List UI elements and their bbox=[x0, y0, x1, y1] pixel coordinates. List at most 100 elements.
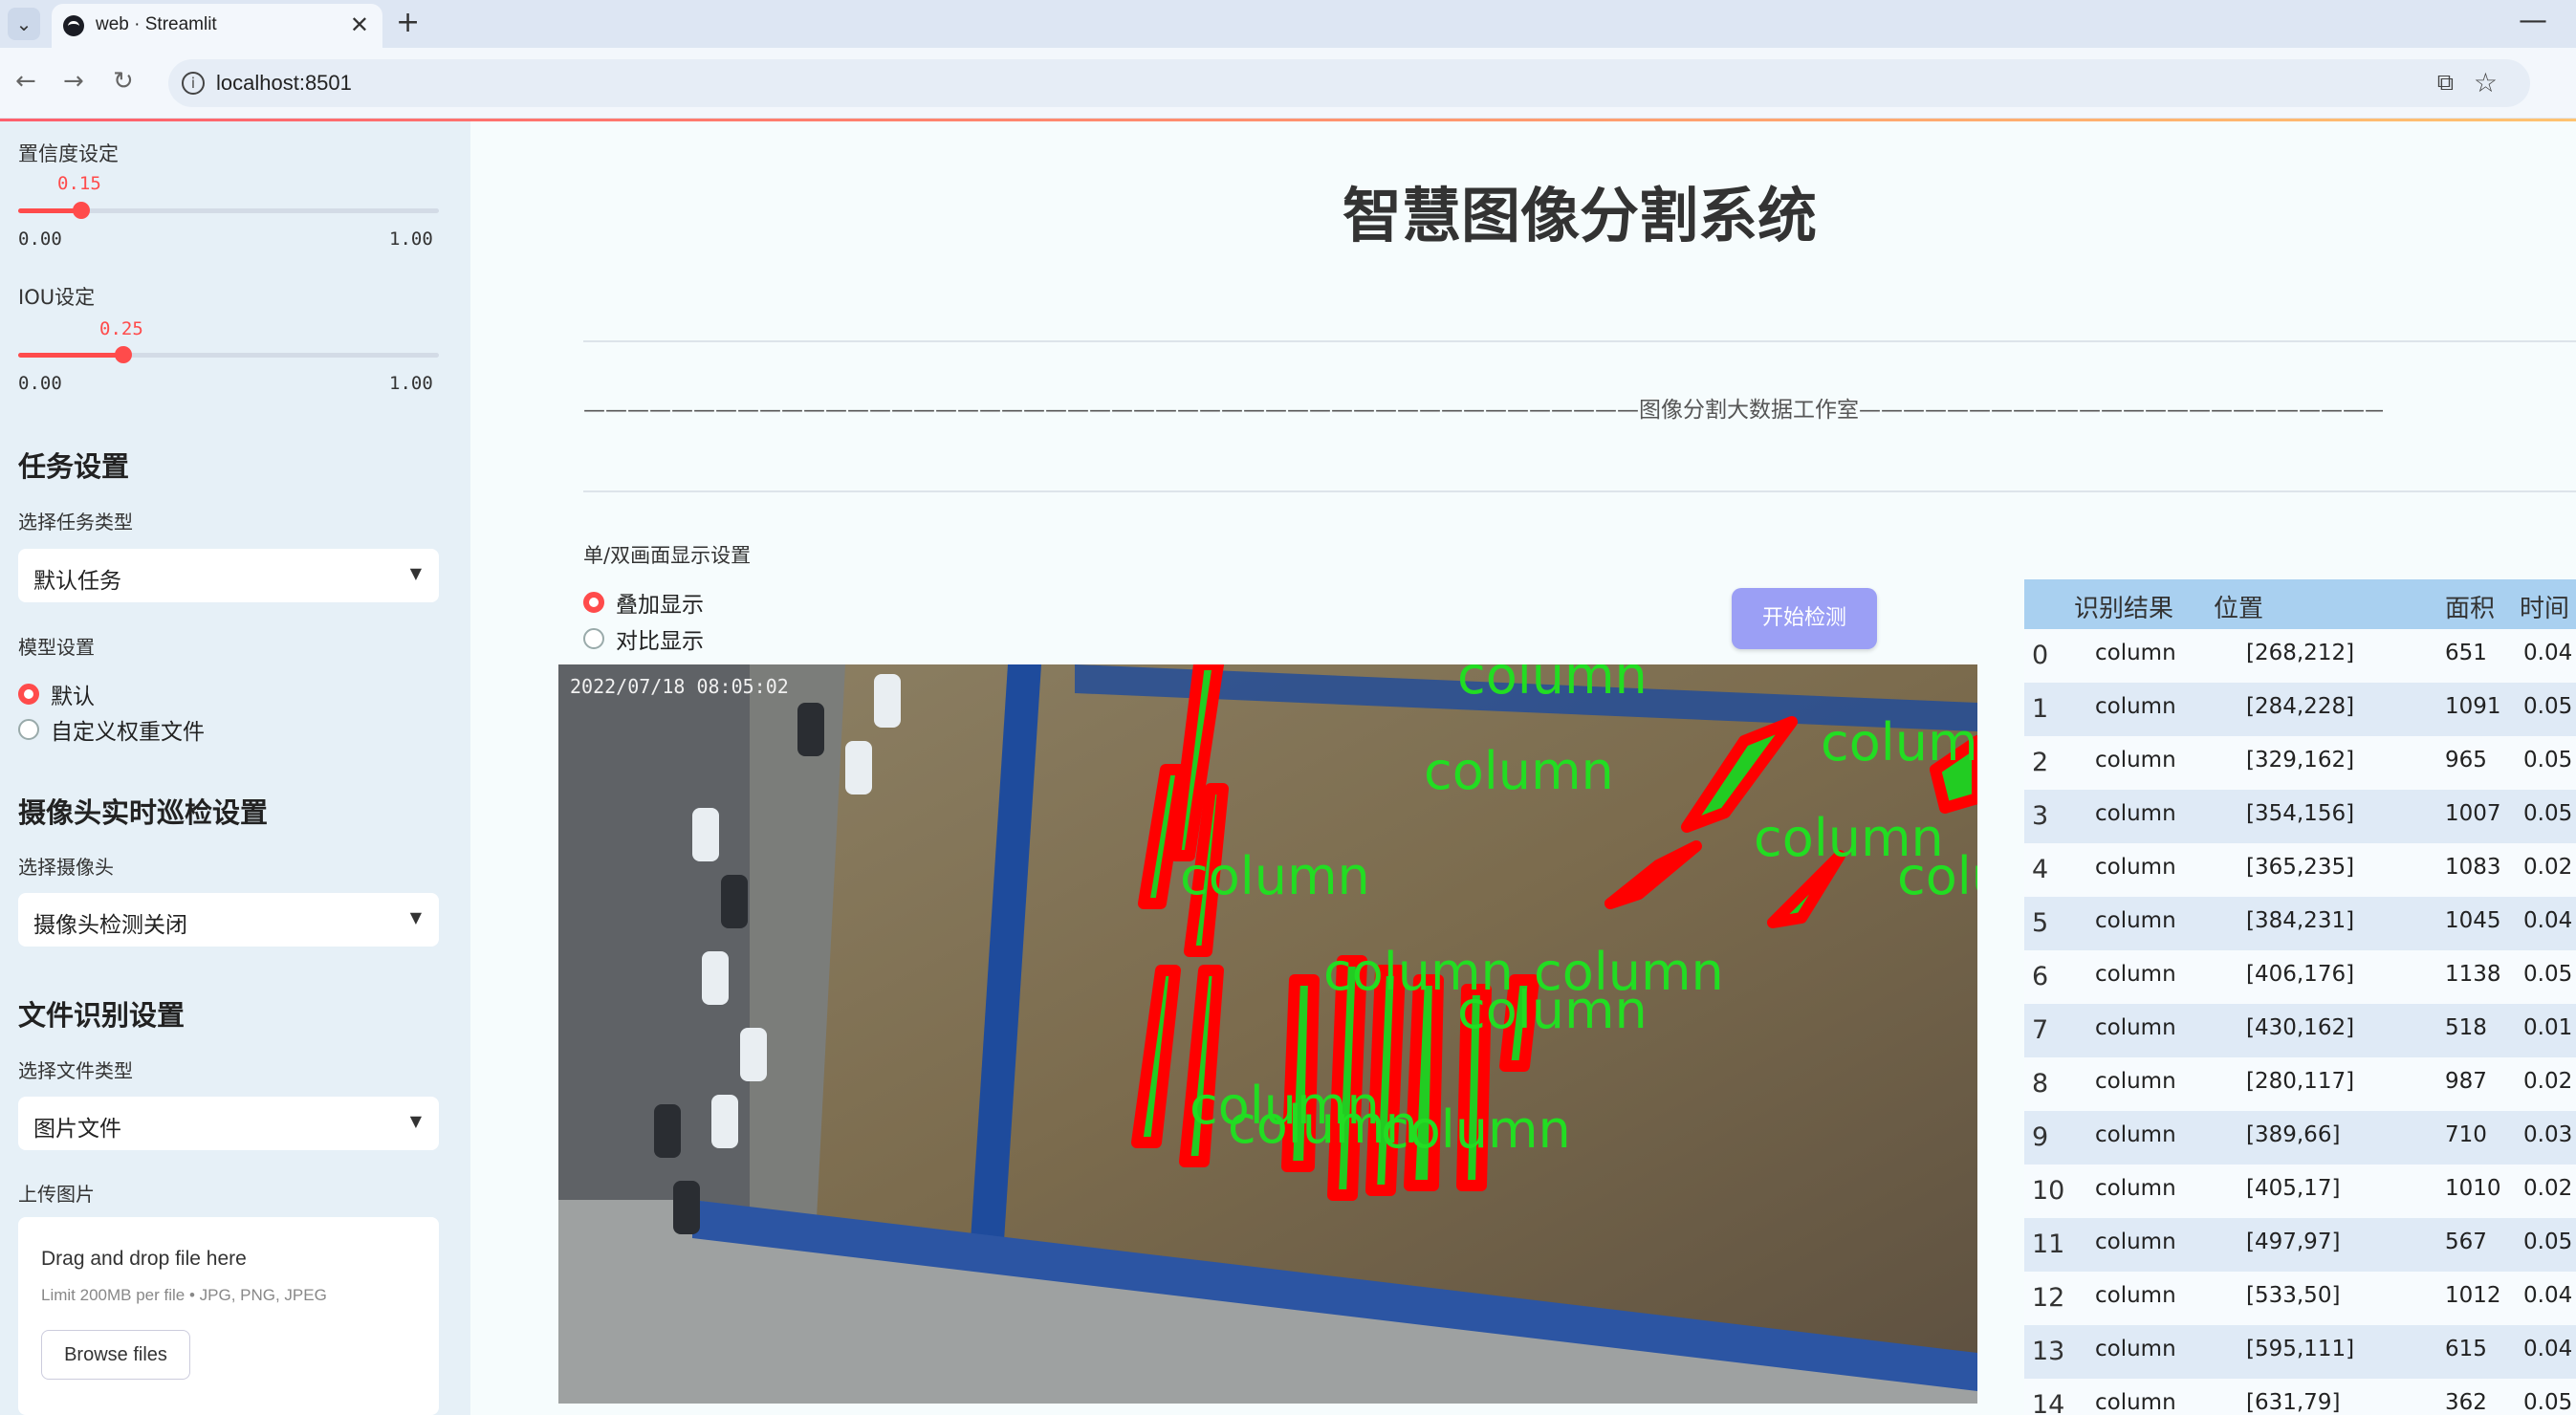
upload-drag-text: Drag and drop file here bbox=[41, 1248, 247, 1270]
file-type-value: 图片文件 bbox=[33, 1117, 121, 1142]
chevron-down-icon: ▼ bbox=[409, 908, 422, 926]
header-position: 位置 bbox=[2214, 595, 2264, 623]
cell-position: [406,176] bbox=[2246, 962, 2355, 987]
iou-min: 0.00 bbox=[18, 373, 62, 394]
browse-files-button[interactable]: Browse files bbox=[41, 1330, 190, 1380]
header-time: 时间 bbox=[2520, 595, 2570, 623]
sidebar: 置信度设定 0.15 0.00 1.00 IOU设定 0.25 0.00 1.0… bbox=[0, 121, 470, 1415]
radio-unselected-icon bbox=[18, 719, 39, 740]
cell-area: 651 bbox=[2445, 641, 2487, 665]
cell-position: [595,111] bbox=[2246, 1337, 2355, 1361]
cell-area: 518 bbox=[2445, 1015, 2487, 1040]
table-row: 13 column [595,111] 615 0.04 bbox=[2024, 1325, 2576, 1379]
cell-position: [533,50] bbox=[2246, 1283, 2341, 1308]
task-type-label: 选择任务类型 bbox=[18, 511, 133, 533]
table-row: 8 column [280,117] 987 0.02 bbox=[2024, 1057, 2576, 1111]
close-tab-icon[interactable]: ✕ bbox=[350, 11, 369, 38]
confidence-slider[interactable] bbox=[18, 202, 439, 219]
table-row: 14 column [631,79] 362 0.05 bbox=[2024, 1379, 2576, 1415]
translate-icon[interactable]: ⧉ bbox=[2437, 69, 2454, 96]
cell-area: 1012 bbox=[2445, 1283, 2501, 1308]
forward-icon[interactable]: → bbox=[63, 67, 84, 96]
model-option-default[interactable]: 默认 bbox=[18, 678, 95, 710]
browser-tab[interactable]: web · Streamlit ✕ bbox=[52, 4, 382, 48]
row-index: 0 bbox=[2032, 641, 2049, 670]
page-title: 智慧图像分割系统 bbox=[1342, 181, 1817, 250]
cell-area: 710 bbox=[2445, 1122, 2487, 1147]
cell-result: column bbox=[2095, 1283, 2176, 1308]
site-info-icon[interactable]: i bbox=[182, 72, 205, 95]
confidence-min: 0.00 bbox=[18, 229, 62, 250]
header-area: 面积 bbox=[2445, 595, 2496, 623]
iou-value: 0.25 bbox=[99, 318, 143, 339]
cell-position: [389,66] bbox=[2246, 1122, 2341, 1147]
file-type-select[interactable]: 图片文件 ▼ bbox=[18, 1097, 439, 1150]
iou-slider-thumb[interactable] bbox=[115, 346, 132, 363]
main-content: 智慧图像分割系统 ———————————————————————————————… bbox=[470, 121, 2576, 1415]
task-type-select[interactable]: 默认任务 ▼ bbox=[18, 549, 439, 602]
cell-position: [280,117] bbox=[2246, 1069, 2355, 1094]
minimize-icon[interactable]: — bbox=[2519, 4, 2547, 37]
cell-position: [405,17] bbox=[2246, 1176, 2341, 1201]
model-option-default-label: 默认 bbox=[51, 685, 95, 709]
cell-time: 0.02 bbox=[2523, 1176, 2573, 1201]
cell-time: 0.04 bbox=[2523, 1283, 2573, 1308]
confidence-slider-thumb[interactable] bbox=[73, 202, 90, 219]
url-field[interactable]: i localhost:8501 ⧉ ☆ bbox=[168, 59, 2530, 107]
display-option-compare[interactable]: 对比显示 bbox=[583, 622, 704, 655]
reload-icon[interactable]: ↻ bbox=[113, 67, 134, 96]
row-index: 11 bbox=[2032, 1230, 2065, 1259]
radio-selected-icon bbox=[18, 684, 39, 705]
cell-result: column bbox=[2095, 801, 2176, 826]
chevron-down-icon: ▼ bbox=[409, 1112, 422, 1130]
detection-image-svg: column column column column column colum… bbox=[558, 664, 1977, 1404]
tab-list-dropdown-icon[interactable]: ⌄ bbox=[8, 8, 40, 40]
camera-settings-header: 摄像头实时巡检设置 bbox=[18, 796, 269, 829]
cell-position: [631,79] bbox=[2246, 1390, 2341, 1415]
cell-position: [329,162] bbox=[2246, 748, 2355, 773]
cell-result: column bbox=[2095, 855, 2176, 880]
table-row: 9 column [389,66] 710 0.03 bbox=[2024, 1111, 2576, 1165]
display-option-overlay[interactable]: 叠加显示 bbox=[583, 586, 704, 619]
image-timestamp: 2022/07/18 08:05:02 bbox=[570, 675, 789, 698]
start-detection-button[interactable]: 开始检测 bbox=[1732, 588, 1877, 649]
row-index: 10 bbox=[2032, 1176, 2065, 1206]
row-index: 4 bbox=[2032, 855, 2049, 884]
streamlit-favicon-icon bbox=[63, 15, 84, 36]
row-index: 1 bbox=[2032, 694, 2049, 724]
camera-select[interactable]: 摄像头检测关闭 ▼ bbox=[18, 893, 439, 947]
cell-result: column bbox=[2095, 1069, 2176, 1094]
display-option-compare-label: 对比显示 bbox=[616, 629, 704, 654]
detection-label: column bbox=[1424, 741, 1614, 801]
task-type-value: 默认任务 bbox=[33, 569, 121, 594]
cell-area: 1007 bbox=[2445, 801, 2501, 826]
cell-position: [268,212] bbox=[2246, 641, 2355, 665]
cell-time: 0.02 bbox=[2523, 855, 2573, 880]
iou-label: IOU设定 bbox=[18, 286, 96, 309]
banner-text: ————————————————————————————————————————… bbox=[583, 398, 2383, 423]
iou-slider[interactable] bbox=[18, 346, 439, 363]
bookmark-star-icon[interactable]: ☆ bbox=[2474, 67, 2498, 98]
new-tab-icon[interactable]: + bbox=[396, 6, 420, 39]
row-index: 9 bbox=[2032, 1122, 2049, 1152]
model-option-custom[interactable]: 自定义权重文件 bbox=[18, 713, 205, 746]
results-table: 识别结果 位置 面积 时间 0 column [268,212] 651 0.04 1 co… bbox=[2024, 579, 2576, 1415]
row-index: 7 bbox=[2032, 1015, 2049, 1045]
cell-time: 0.05 bbox=[2523, 1230, 2573, 1254]
file-uploader-dropzone[interactable]: Drag and drop file here Limit 200MB per … bbox=[18, 1217, 439, 1415]
divider bbox=[583, 340, 2576, 342]
divider bbox=[583, 490, 2576, 492]
table-row: 12 column [533,50] 1012 0.04 bbox=[2024, 1272, 2576, 1325]
cell-area: 1138 bbox=[2445, 962, 2501, 987]
cell-area: 567 bbox=[2445, 1230, 2487, 1254]
table-row: 5 column [384,231] 1045 0.04 bbox=[2024, 897, 2576, 950]
table-row: 0 column [268,212] 651 0.04 bbox=[2024, 629, 2576, 683]
cell-position: [354,156] bbox=[2246, 801, 2355, 826]
cell-position: [384,231] bbox=[2246, 908, 2355, 933]
detection-label: column bbox=[1897, 846, 1977, 906]
confidence-value: 0.15 bbox=[57, 173, 101, 194]
display-option-overlay-label: 叠加显示 bbox=[616, 593, 704, 618]
back-icon[interactable]: ← bbox=[15, 67, 36, 96]
camera-label: 选择摄像头 bbox=[18, 856, 114, 879]
row-index: 14 bbox=[2032, 1390, 2065, 1415]
